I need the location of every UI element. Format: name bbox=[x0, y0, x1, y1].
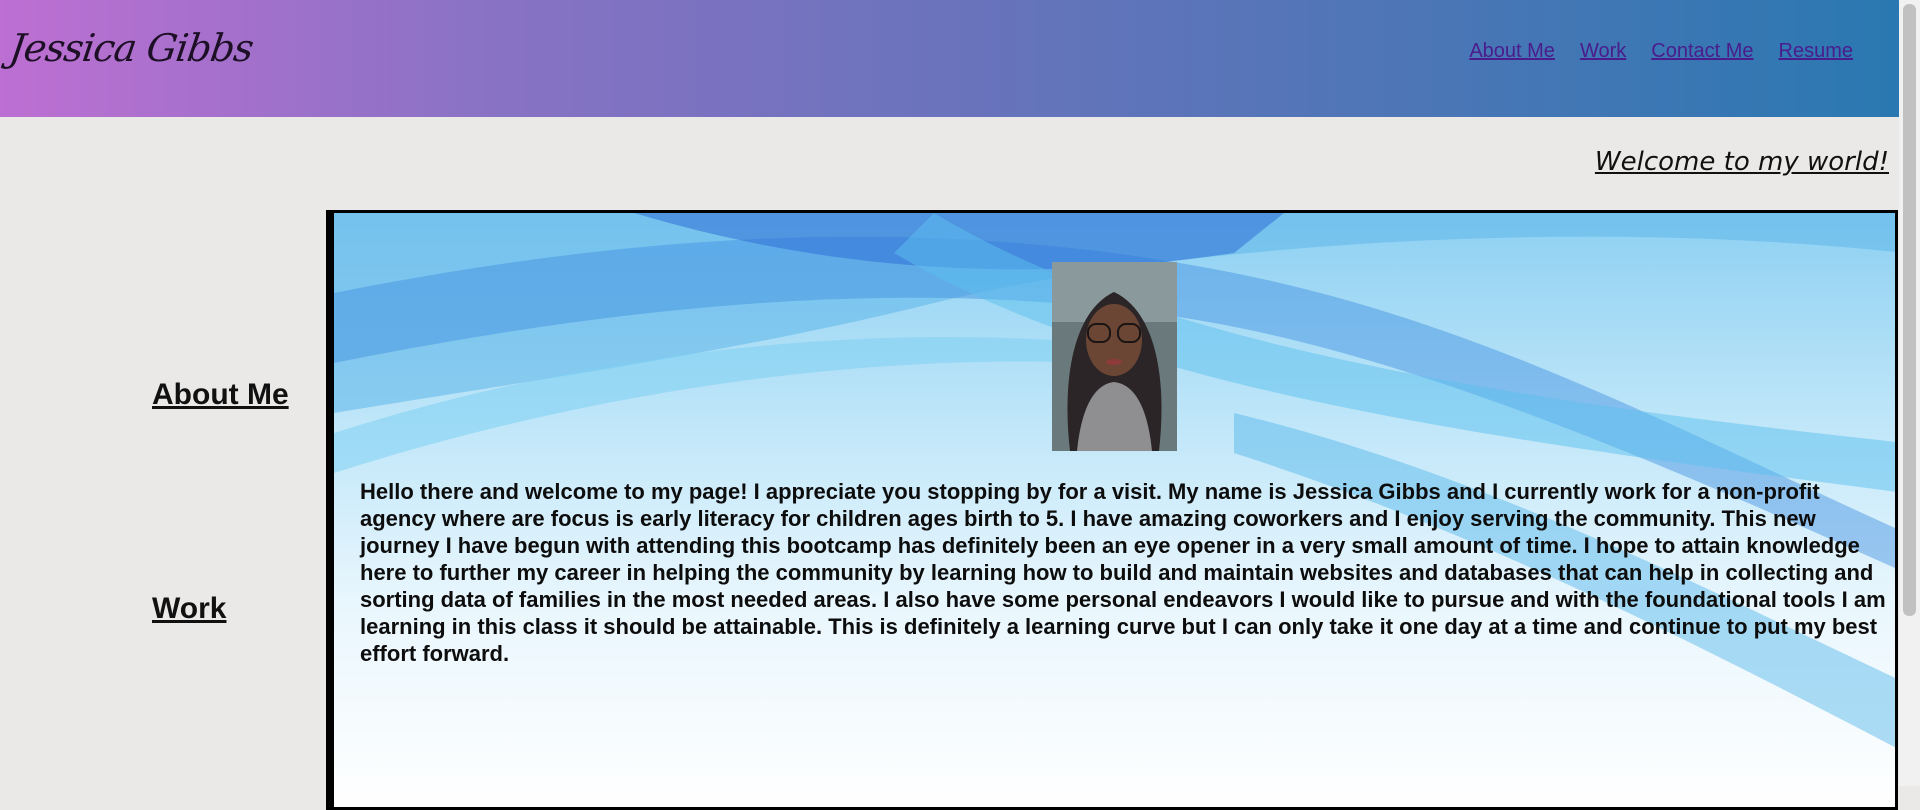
top-nav: About Me Work Contact Me Resume bbox=[1469, 40, 1853, 63]
about-panel: Hello there and welcome to my page! I ap… bbox=[326, 210, 1898, 810]
welcome-text: Welcome to my world! bbox=[1594, 147, 1889, 177]
site-header: Jessica Gibbs About Me Work Contact Me R… bbox=[0, 0, 1899, 117]
brand-logo[interactable]: Jessica Gibbs bbox=[7, 26, 256, 70]
scrollbar-thumb[interactable] bbox=[1903, 4, 1916, 616]
nav-link-contact[interactable]: Contact Me bbox=[1651, 40, 1753, 63]
nav-link-work[interactable]: Work bbox=[1580, 40, 1626, 63]
sidebar-link-about[interactable]: About Me bbox=[152, 378, 289, 412]
page-scrollbar[interactable] bbox=[1899, 0, 1920, 786]
bio-paragraph: Hello there and welcome to my page! I ap… bbox=[360, 479, 1886, 666]
profile-photo bbox=[1052, 262, 1177, 451]
nav-link-resume[interactable]: Resume bbox=[1779, 40, 1853, 63]
sidebar-link-work[interactable]: Work bbox=[152, 592, 226, 626]
nav-link-about[interactable]: About Me bbox=[1469, 40, 1555, 63]
